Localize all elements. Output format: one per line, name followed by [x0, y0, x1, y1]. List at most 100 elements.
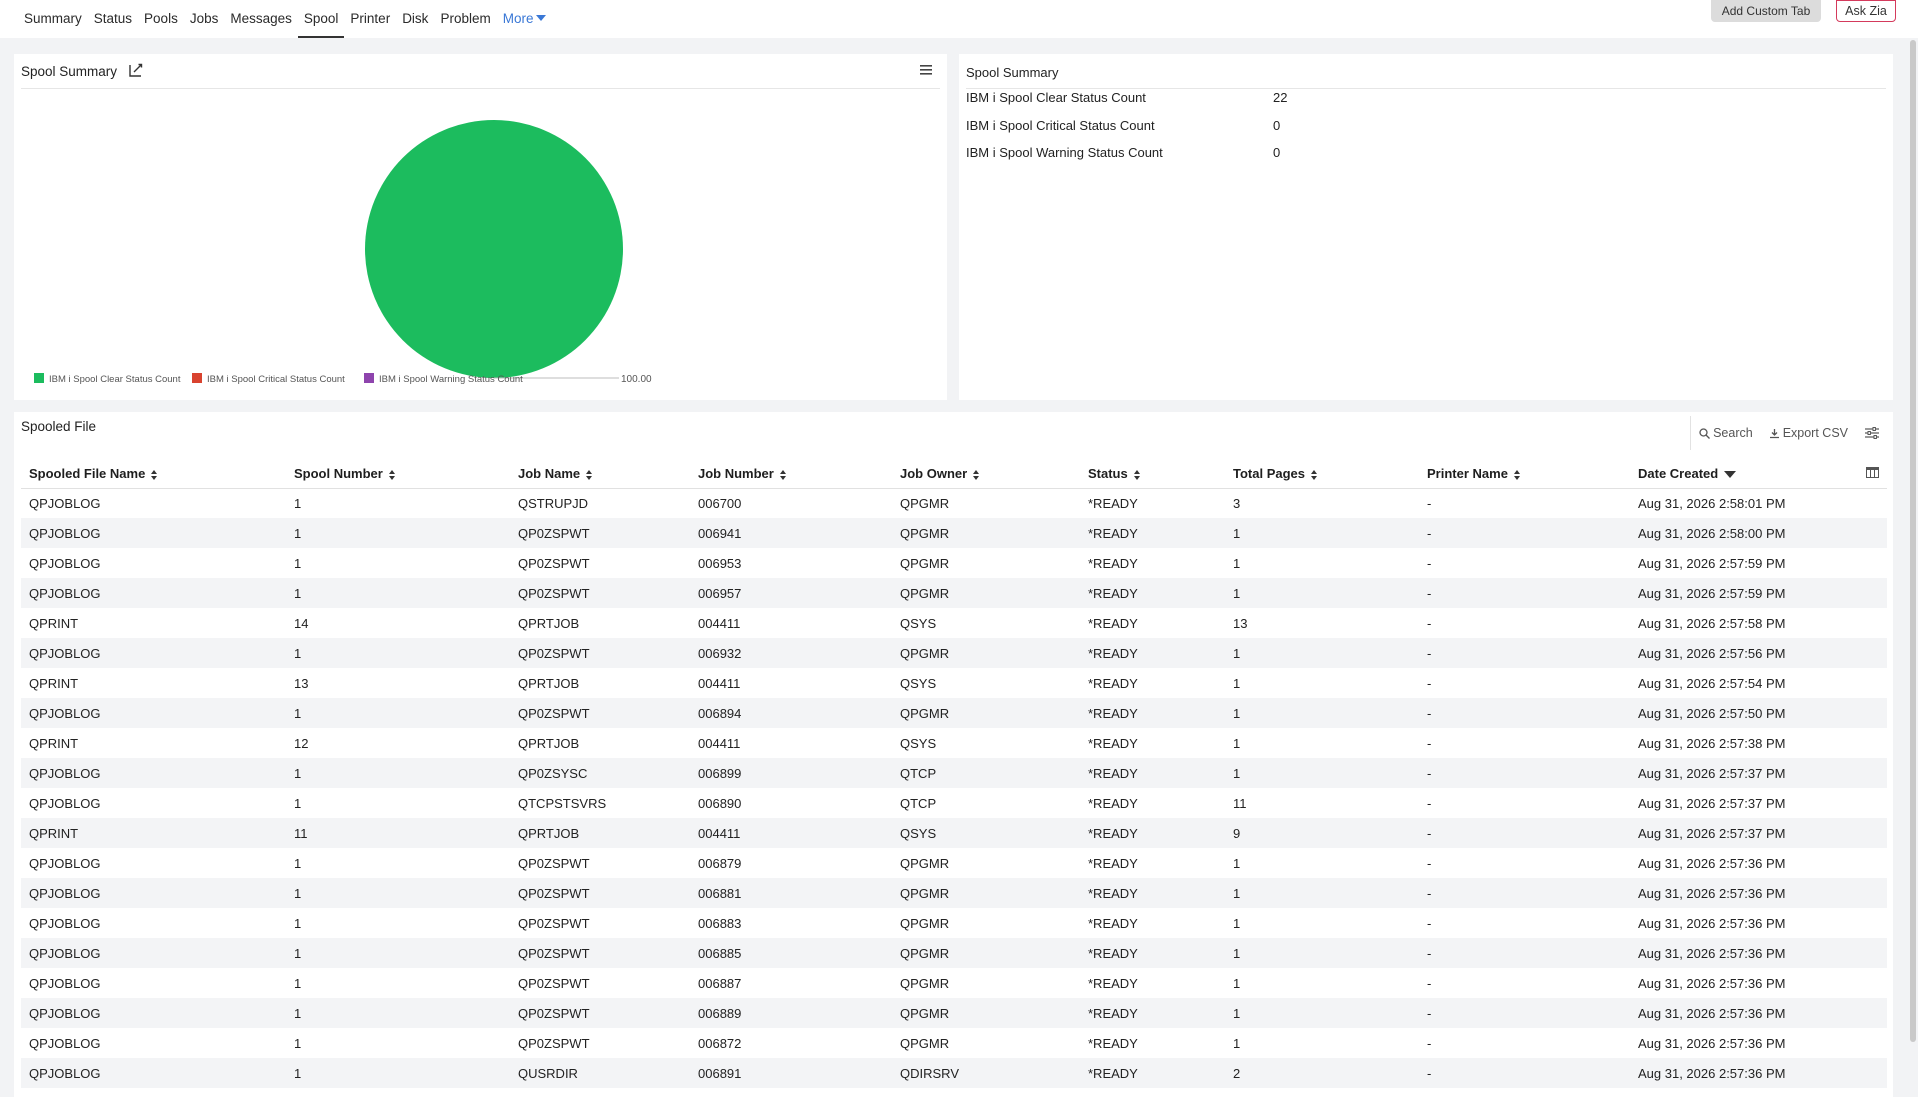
column-header-spooled-file-name[interactable]: Spooled File Name: [21, 460, 286, 489]
spool-summary-chart-panel: Spool Summary 100.00 IBM i Spool Clear St…: [14, 54, 947, 400]
add-custom-tab-button[interactable]: Add Custom Tab: [1711, 0, 1821, 22]
tab-disk[interactable]: Disk: [396, 0, 434, 38]
column-header-job-number[interactable]: Job Number: [690, 460, 892, 489]
tab-more[interactable]: More: [497, 0, 553, 38]
table-row[interactable]: QPJOBLOG 1 QP0ZSPWT 006894 QPGMR *READY 1- Aug …: [21, 698, 1887, 728]
printer-name-cell: -: [1419, 638, 1630, 668]
tab-spool[interactable]: Spool: [297, 0, 345, 38]
table-row[interactable]: QPJOBLOG 1 QP0ZSPWT 006887 QPGMR *READY 1- Aug …: [21, 968, 1887, 998]
table-row[interactable]: QPJOBLOG 1 QSTRUPJD 006700 QPGMR *READY 3- Aug …: [21, 488, 1887, 518]
table-row[interactable]: QPRINT 12 QPRTJOB 004411 QSYS *READY 1- Aug 31,…: [21, 728, 1887, 758]
table-settings-button[interactable]: [1864, 426, 1883, 440]
sort-icon[interactable]: [973, 469, 980, 480]
row-spacer-cell: [1840, 548, 1887, 578]
legend-item[interactable]: IBM i Spool Warning Status Count: [364, 373, 523, 385]
table-row[interactable]: QPJOBLOG 1 QP0ZSPWT 006883 QPGMR *READY 1- Aug …: [21, 908, 1887, 938]
total-pages-cell: 1: [1225, 908, 1419, 938]
table-row[interactable]: QPJOBLOG 1 QP0ZSPWT 006932 QPGMR *READY 1- Aug …: [21, 638, 1887, 668]
table-row[interactable]: QPRINT 11 QPRTJOB 004411 QSYS *READY 9- Aug 31,…: [21, 818, 1887, 848]
row-spacer-cell: [1840, 728, 1887, 758]
table-row[interactable]: QPJOBLOG 1 QP0ZSPWT 006957 QPGMR *READY 1- Aug …: [21, 578, 1887, 608]
tab-problem[interactable]: Problem: [434, 0, 496, 38]
export-csv-button[interactable]: Export CSV: [1769, 426, 1848, 440]
job-name-cell: QP0ZSPWT: [510, 878, 690, 908]
table-row[interactable]: QPJOBLOG 1 QP0ZSPWT 006879 QPGMR *READY 1- Aug …: [21, 848, 1887, 878]
sort-icon[interactable]: [1311, 469, 1318, 480]
column-header-status[interactable]: Status: [1080, 460, 1225, 489]
table-row[interactable]: QPJOBLOG 1 QP0ZSPWT 006941 QPGMR *READY 1- Aug …: [21, 518, 1887, 548]
spooled-file-table: Spooled File Name Spool Number Job Name Job…: [21, 460, 1887, 1088]
row-spacer-cell: [1840, 668, 1887, 698]
date-created-cell: Aug 31, 2026 2:57:59 PM: [1630, 578, 1840, 608]
total-pages-cell: 3: [1225, 488, 1419, 518]
date-created-cell: Aug 31, 2026 2:57:36 PM: [1630, 1058, 1840, 1088]
column-header-total-pages[interactable]: Total Pages: [1225, 460, 1419, 489]
sort-descending-icon[interactable]: [1724, 471, 1737, 479]
sort-icon[interactable]: [1133, 469, 1140, 480]
job-name-cell: QPRTJOB: [510, 818, 690, 848]
edit-chart-icon[interactable]: [128, 62, 144, 78]
status-cell: *READY: [1080, 728, 1225, 758]
tab-list: Summary Status Pools Jobs Messages Spool Print…: [18, 0, 552, 38]
table-row[interactable]: QPJOBLOG 1 QP0ZSYSC 006899 QTCP *READY 1- Aug 3…: [21, 758, 1887, 788]
spool-number-cell: 1: [286, 788, 510, 818]
row-spacer-cell: [1840, 938, 1887, 968]
job-number-cell: 004411: [690, 668, 892, 698]
table-row[interactable]: QPJOBLOG 1 QP0ZSPWT 006889 QPGMR *READY 1- Aug …: [21, 998, 1887, 1028]
sort-icon[interactable]: [1513, 469, 1520, 480]
spool-number-cell: 1: [286, 968, 510, 998]
tab-pools[interactable]: Pools: [138, 0, 184, 38]
column-header-job-owner[interactable]: Job Owner: [892, 460, 1080, 489]
legend-item[interactable]: IBM i Spool Clear Status Count: [34, 373, 181, 385]
job-name-cell: QP0ZSPWT: [510, 968, 690, 998]
column-header-job-name[interactable]: Job Name: [510, 460, 690, 489]
column-header-label: Job Name: [518, 466, 581, 482]
column-header-spool-number[interactable]: Spool Number: [286, 460, 510, 489]
spool-summary-panel: Spool Summary IBM i Spool Clear Status C…: [959, 54, 1893, 400]
column-header-printer-name[interactable]: Printer Name: [1419, 460, 1630, 489]
legend-swatch: [192, 373, 202, 383]
row-spacer-cell: [1840, 848, 1887, 878]
tab-jobs[interactable]: Jobs: [184, 0, 225, 38]
date-created-cell: Aug 31, 2026 2:57:36 PM: [1630, 1028, 1840, 1058]
job-number-cell: 006957: [690, 578, 892, 608]
table-row[interactable]: QPRINT 14 QPRTJOB 004411 QSYS *READY 13- Aug 31…: [21, 608, 1887, 638]
hamburger-menu-icon[interactable]: [919, 64, 933, 76]
printer-name-cell: -: [1419, 548, 1630, 578]
table-row[interactable]: QPJOBLOG 1 QP0ZSPWT 006953 QPGMR *READY 1- Aug …: [21, 548, 1887, 578]
table-row[interactable]: QPJOBLOG 1 QUSRDIR 006891 QDIRSRV *READY 2- Aug…: [21, 1058, 1887, 1088]
tab-messages[interactable]: Messages: [224, 0, 298, 38]
table-row[interactable]: QPJOBLOG 1 QP0ZSPWT 006881 QPGMR *READY 1- Aug …: [21, 878, 1887, 908]
row-spacer-cell: [1840, 998, 1887, 1028]
job-name-cell: QP0ZSPWT: [510, 938, 690, 968]
more-label: More: [502, 11, 534, 26]
scrollbar-thumb[interactable]: [1910, 40, 1916, 1042]
job-name-cell: QTCPSTSVRS: [510, 788, 690, 818]
page-scrollbar[interactable]: [1908, 38, 1918, 1097]
tab-printer[interactable]: Printer: [344, 0, 396, 38]
total-pages-cell: 9: [1225, 818, 1419, 848]
total-pages-cell: 1: [1225, 518, 1419, 548]
table-row[interactable]: QPJOBLOG 1 QP0ZSPWT 006872 QPGMR *READY 1- Aug …: [21, 1028, 1887, 1058]
sort-icon[interactable]: [586, 469, 593, 480]
printer-name-cell: -: [1419, 938, 1630, 968]
tab-status[interactable]: Status: [88, 0, 138, 38]
job-number-cell: 006872: [690, 1028, 892, 1058]
spool-number-cell: 1: [286, 878, 510, 908]
sort-icon[interactable]: [388, 469, 395, 480]
printer-name-cell: -: [1419, 908, 1630, 938]
column-chooser-button[interactable]: [1840, 460, 1887, 489]
job-name-cell: QP0ZSPWT: [510, 848, 690, 878]
table-row[interactable]: QPJOBLOG 1 QP0ZSPWT 006885 QPGMR *READY 1- Aug …: [21, 938, 1887, 968]
table-row[interactable]: QPJOBLOG 1 QTCPSTSVRS 006890 QTCP *READY 11- Au…: [21, 788, 1887, 818]
pie-slice-0[interactable]: [365, 120, 623, 378]
column-header-date-created[interactable]: Date Created: [1630, 460, 1840, 489]
sort-icon[interactable]: [779, 469, 786, 480]
summary-row-value: 0: [1273, 145, 1281, 160]
legend-item[interactable]: IBM i Spool Critical Status Count: [192, 373, 345, 385]
tab-summary[interactable]: Summary: [18, 0, 88, 38]
sort-icon[interactable]: [151, 469, 158, 480]
table-row[interactable]: QPRINT 13 QPRTJOB 004411 QSYS *READY 1- Aug 31,…: [21, 668, 1887, 698]
search-button[interactable]: Search: [1699, 426, 1753, 440]
ask-zia-button[interactable]: Ask Zia: [1836, 0, 1896, 22]
